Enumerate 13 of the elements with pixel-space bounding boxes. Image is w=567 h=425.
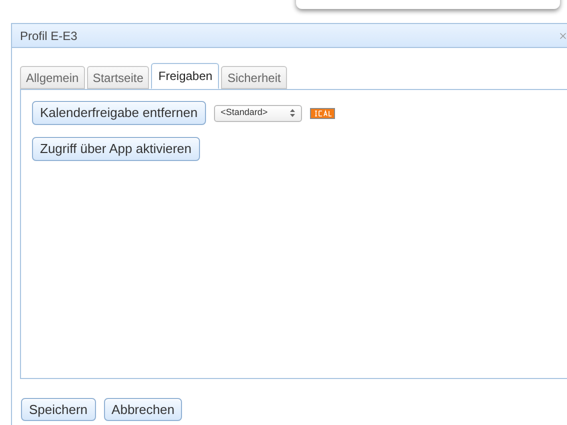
calendar-select[interactable]: <Standard> [214,104,302,122]
remove-share-button[interactable]: Kalenderfreigabe entfernen [32,101,206,125]
ical-badge-icon[interactable] [310,108,335,118]
app-access-button[interactable]: Zugriff über App aktivieren [32,137,200,161]
save-button[interactable]: Speichern [21,398,96,421]
tab[interactable]: Allgemein [20,66,85,89]
close-icon[interactable] [558,30,567,40]
updown-icon [290,109,295,117]
cancel-button[interactable]: Abbrechen [104,398,182,421]
tab[interactable]: Startseite [86,66,150,89]
tab[interactable]: Freigaben [151,63,220,89]
window-title: Profil E-E3 [20,28,78,44]
tab[interactable]: Sicherheit [221,66,287,89]
